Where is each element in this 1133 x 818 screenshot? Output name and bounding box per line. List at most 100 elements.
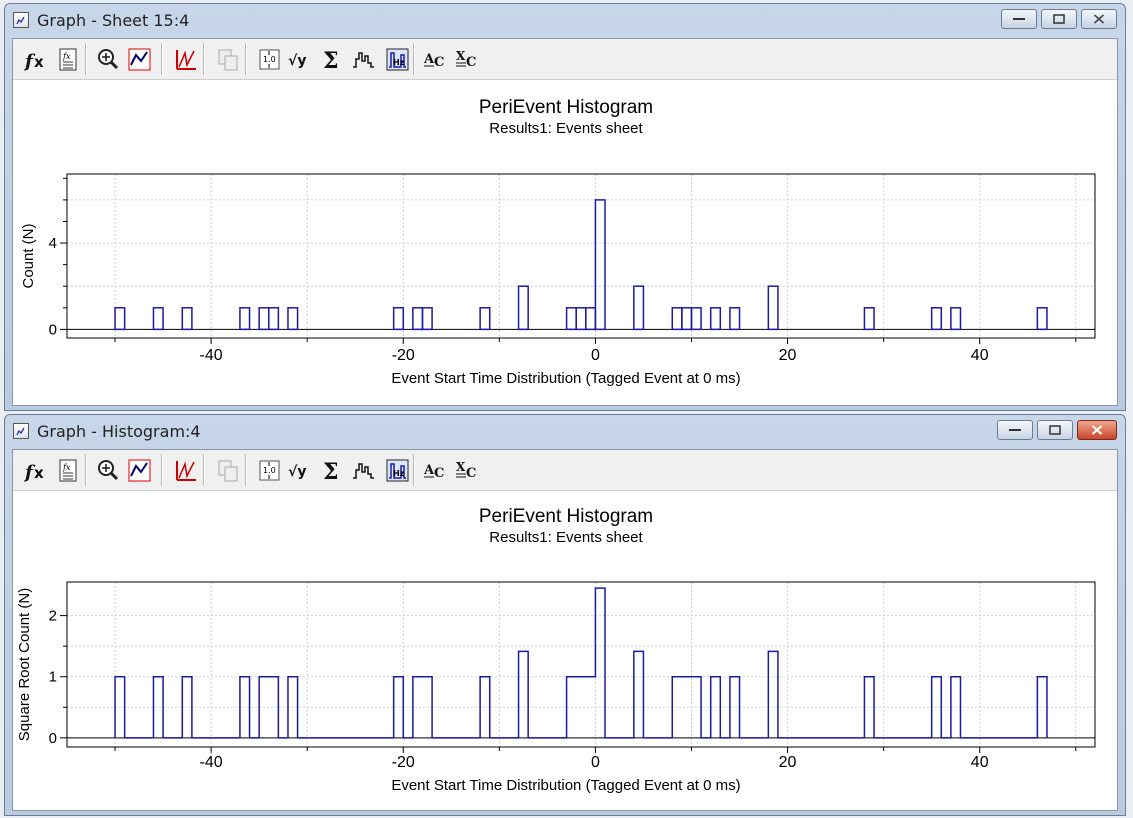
histogram-bar	[517, 285, 529, 331]
autoscale-icon[interactable]	[125, 45, 153, 73]
svg-text:Hz: Hz	[393, 58, 405, 67]
annotate-c-icon[interactable]: AC	[421, 456, 449, 484]
title-bar[interactable]: Graph - Histogram:4	[5, 415, 1125, 449]
maximize-button[interactable]	[1041, 9, 1077, 29]
y-tick-label: 4	[49, 235, 57, 252]
x-tick-label: -20	[392, 754, 415, 771]
histogram-count-chart: PeriEvent Histogram Results1: Events shee…	[20, 97, 1096, 387]
title-bar[interactable]: Graph - Sheet 15:4	[5, 4, 1125, 38]
formula-sheet-icon[interactable]: fx	[53, 45, 81, 73]
histogram-bar	[258, 307, 270, 331]
histogram-bar	[479, 307, 491, 331]
histogram-bar	[575, 307, 587, 331]
svg-text:X: X	[456, 49, 466, 63]
histogram-bar	[287, 307, 299, 331]
x-tick-label: 0	[591, 754, 600, 771]
axis-x-c-icon[interactable]: XC	[453, 45, 481, 73]
histogram-bar	[594, 199, 606, 331]
svg-text:fx: fx	[62, 463, 71, 472]
maximize-button[interactable]	[1037, 420, 1073, 440]
histogram-bar	[114, 307, 126, 331]
graph-window-sheet[interactable]: Graph - Sheet 15:4 f x fx 1.0 √y Σ Hz A C X C Peri…	[4, 3, 1126, 411]
x-tick-label: -20	[392, 347, 415, 364]
formula-sheet-icon[interactable]: fx	[53, 456, 81, 484]
histogram-bar	[950, 307, 962, 331]
frequency-hz-icon[interactable]: Hz	[383, 456, 411, 484]
svg-text:X: X	[456, 460, 466, 474]
histogram-bar	[633, 285, 645, 331]
toolbar-separator	[413, 454, 415, 486]
graph-toolbar: f x fx 1.0 √y Σ Hz A C X C	[13, 39, 1117, 80]
y-tick-label: 0	[49, 730, 57, 747]
histogram-icon[interactable]	[349, 456, 377, 484]
function-icon[interactable]: fx	[21, 456, 49, 484]
copy-data-icon[interactable]	[213, 456, 241, 484]
x-tick-label: 20	[779, 347, 797, 364]
histogram-sqrt-chart: PeriEvent Histogram Results1: Events shee…	[16, 506, 1096, 794]
autoscale-icon[interactable]	[125, 456, 153, 484]
zoom-icon[interactable]	[93, 456, 121, 484]
minimize-button[interactable]	[997, 420, 1033, 440]
chart-subtitle: Results1: Events sheet	[489, 120, 643, 137]
svg-text:C: C	[434, 466, 444, 481]
normalize-icon[interactable]: 1.0	[255, 45, 283, 73]
window-title: Graph - Sheet 15:4	[37, 11, 190, 30]
x-tick-label: 40	[971, 754, 989, 771]
graph-window-histogram[interactable]: Graph - Histogram:4 f x fx 1.0 √y Σ Hz A C X C Per…	[4, 414, 1126, 816]
svg-text:Σ: Σ	[323, 48, 339, 72]
sqrt-y-icon[interactable]: √y	[285, 456, 313, 484]
sum-icon[interactable]: Σ	[317, 456, 345, 484]
minimize-button[interactable]	[1001, 9, 1037, 29]
y-tick-label: 0	[49, 321, 57, 338]
svg-text:fx: fx	[62, 52, 71, 61]
histogram-bar	[181, 307, 193, 331]
svg-text:x: x	[34, 464, 44, 482]
toolbar-separator	[203, 454, 205, 486]
sum-icon[interactable]: Σ	[317, 45, 345, 73]
normalize-icon[interactable]: 1.0	[255, 456, 283, 484]
chart-title: PeriEvent Histogram	[479, 506, 653, 527]
histogram-bar	[585, 307, 597, 331]
x-axis-label: Event Start Time Distribution (Tagged Ev…	[391, 777, 740, 794]
graph-toolbar: f x fx 1.0 √y Σ Hz A C X C	[13, 450, 1117, 491]
x-tick-label: 40	[971, 347, 989, 364]
svg-text:√y: √y	[288, 53, 306, 69]
x-axis-label: Event Start Time Distribution (Tagged Ev…	[391, 370, 740, 387]
line-chart-icon[interactable]	[171, 45, 199, 73]
close-button[interactable]	[1081, 9, 1117, 29]
toolbar-separator	[245, 454, 247, 486]
histogram-bar	[1036, 307, 1048, 331]
line-chart-icon[interactable]	[171, 456, 199, 484]
histogram-bar	[421, 307, 433, 331]
annotate-c-icon[interactable]: AC	[421, 45, 449, 73]
x-tick-label: 20	[779, 754, 797, 771]
axis-x-c-icon[interactable]: XC	[453, 456, 481, 484]
graph-window-icon	[13, 12, 29, 28]
plot-area: PeriEvent Histogram Results1: Events shee…	[13, 80, 1117, 405]
histogram-bar	[239, 307, 251, 331]
histogram-step-line	[114, 587, 1048, 739]
zoom-icon[interactable]	[93, 45, 121, 73]
copy-data-icon[interactable]	[213, 45, 241, 73]
window-title: Graph - Histogram:4	[37, 422, 201, 441]
svg-text:C: C	[466, 466, 476, 481]
toolbar-separator	[85, 454, 87, 486]
svg-text:√y: √y	[288, 464, 306, 480]
sqrt-y-icon[interactable]: √y	[285, 45, 313, 73]
histogram-bar	[412, 307, 424, 331]
x-tick-label: -40	[200, 754, 223, 771]
toolbar-separator	[203, 43, 205, 75]
close-button[interactable]	[1077, 420, 1117, 440]
y-tick-label: 1	[49, 669, 57, 686]
graph-window-icon	[13, 423, 29, 439]
svg-text:1.0: 1.0	[263, 466, 276, 475]
chart-title: PeriEvent Histogram	[479, 97, 653, 118]
histogram-bar	[930, 307, 943, 331]
toolbar-separator	[413, 43, 415, 75]
histogram-bar	[729, 307, 741, 331]
histogram-bar	[681, 307, 693, 331]
svg-text:C: C	[434, 55, 444, 70]
frequency-hz-icon[interactable]: Hz	[383, 45, 411, 73]
function-icon[interactable]: fx	[21, 45, 49, 73]
histogram-icon[interactable]	[349, 45, 377, 73]
